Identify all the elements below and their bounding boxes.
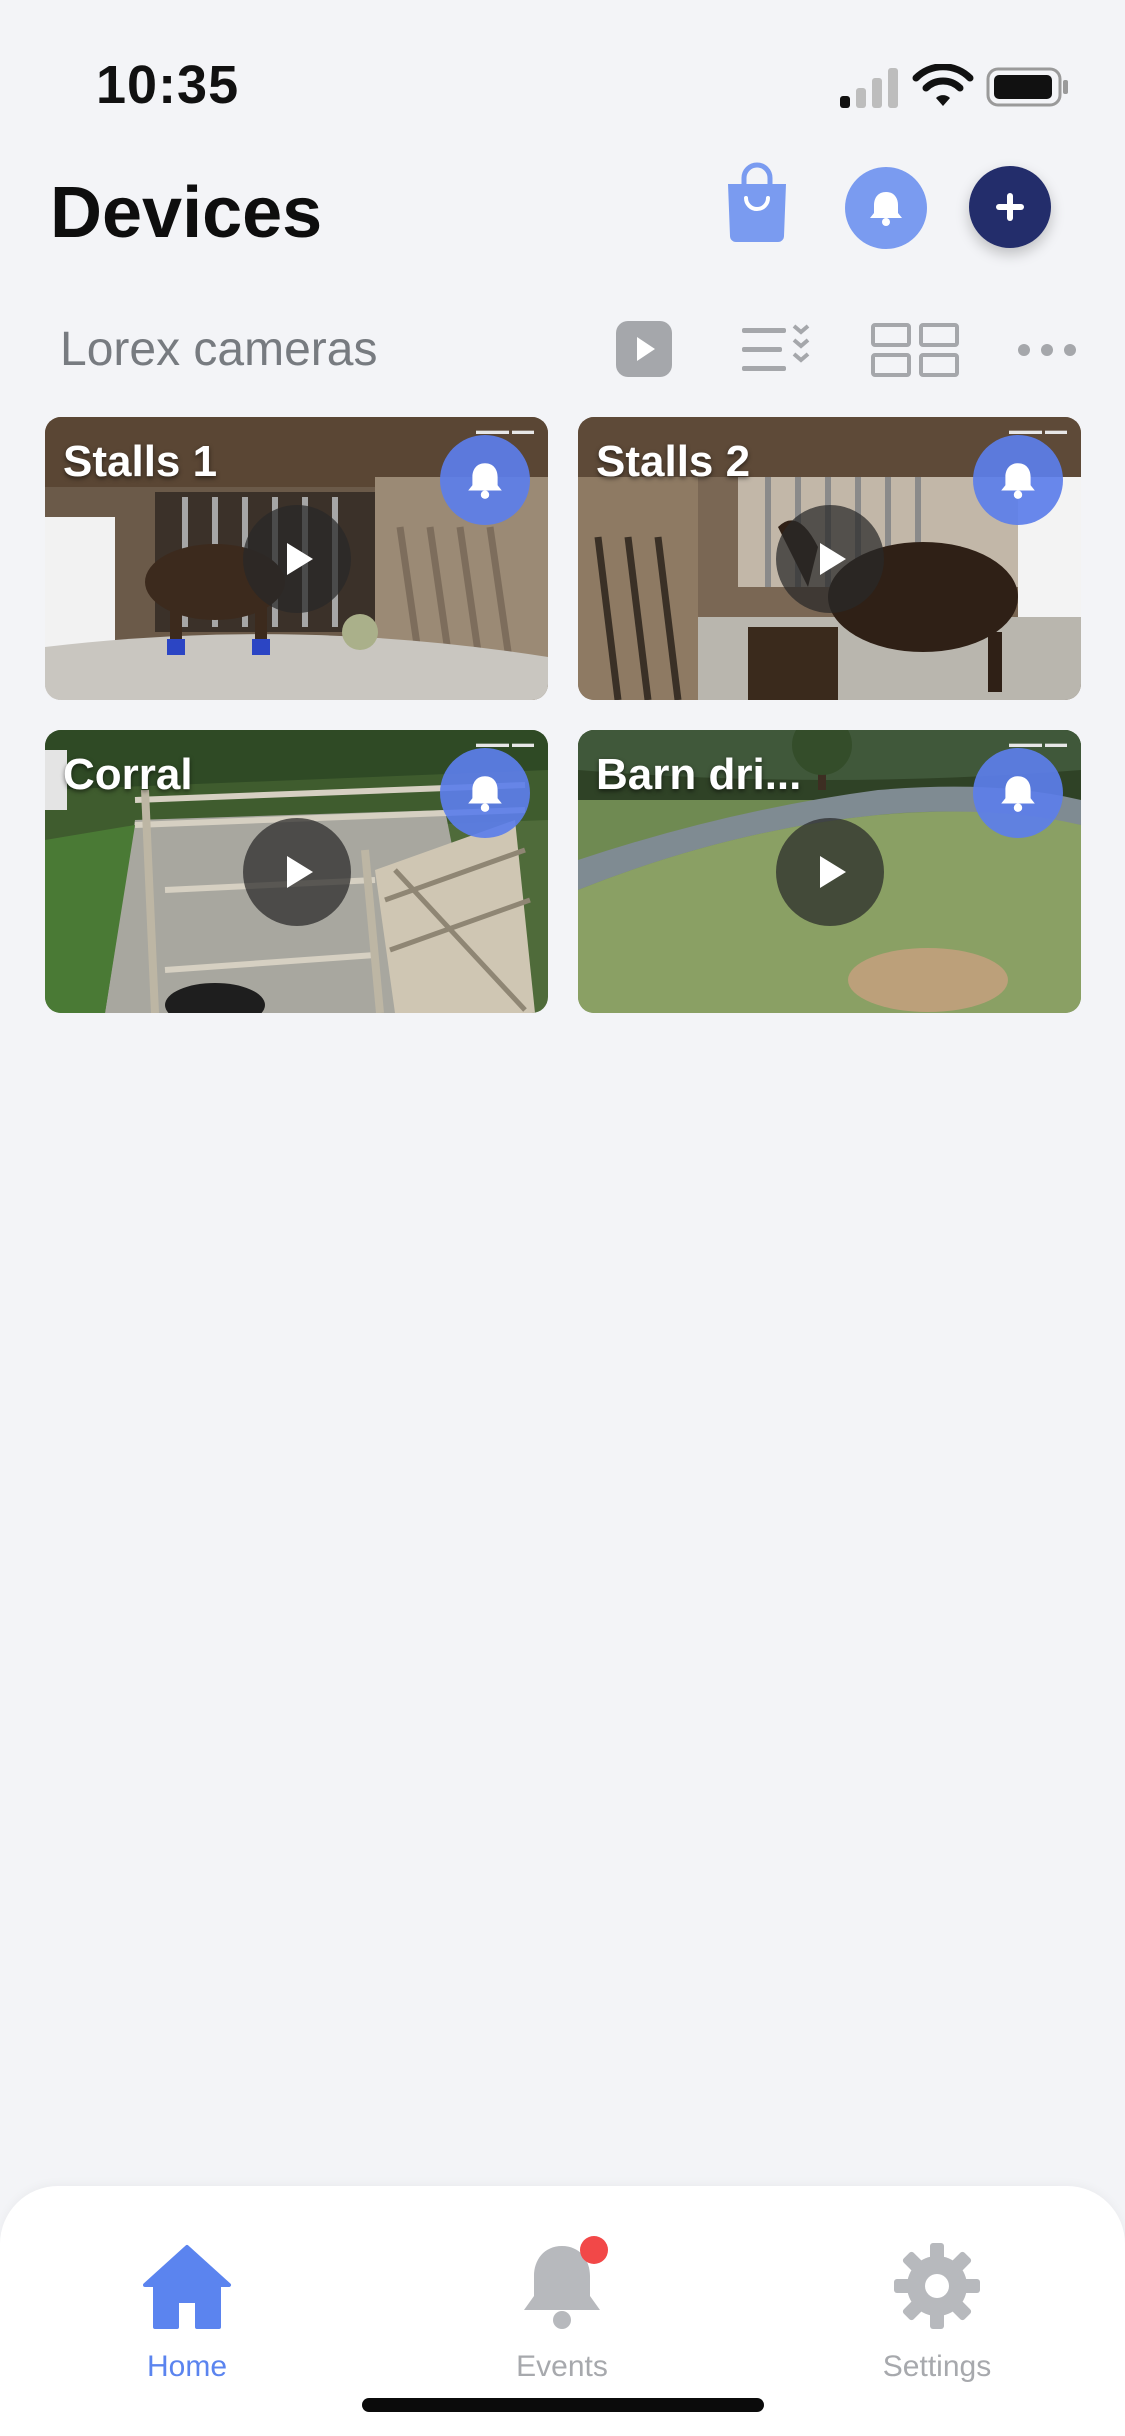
section-title: Lorex cameras xyxy=(60,323,378,376)
bell-icon xyxy=(1001,463,1035,499)
play-all-button[interactable] xyxy=(614,318,674,380)
camera-tile-corral[interactable]: ▬▬▬ ▬▬ Corral xyxy=(45,730,548,1013)
play-icon xyxy=(819,855,846,888)
camera-alert-button[interactable] xyxy=(973,435,1063,525)
page-title: Devices xyxy=(50,173,323,253)
camera-tile-barn-drive[interactable]: ▬▬▬ ▬▬ Barn dri... xyxy=(578,730,1081,1013)
camera-alert-button[interactable] xyxy=(440,748,530,838)
list-view-icon xyxy=(742,324,810,371)
camera-play-button[interactable] xyxy=(242,817,351,926)
camera-tile-stalls-1[interactable]: ▬▬▬ ▬▬ Stalls 1 xyxy=(45,417,548,700)
bell-icon xyxy=(468,463,502,499)
plus-icon xyxy=(996,193,1024,221)
tab-events-label: Events xyxy=(516,2350,608,2383)
home-indicator xyxy=(362,2398,764,2412)
devices-screen: 10:35 Devices Lorex cameras ▬▬▬ ▬▬ Stall… xyxy=(0,0,1125,2436)
tab-settings[interactable]: Settings xyxy=(837,2236,1037,2396)
camera-name: Corral xyxy=(63,750,193,799)
shop-button[interactable] xyxy=(722,160,792,244)
play-icon xyxy=(286,542,313,575)
play-icon xyxy=(819,542,846,575)
gear-icon xyxy=(894,2243,980,2329)
bell-icon xyxy=(468,776,502,812)
camera-name: Barn dri... xyxy=(596,750,802,799)
play-all-icon xyxy=(616,321,672,377)
bell-icon xyxy=(870,192,902,226)
camera-alert-button[interactable] xyxy=(973,748,1063,838)
status-bar: 10:35 xyxy=(0,0,1125,150)
bell-icon xyxy=(1001,776,1035,812)
cellular-signal-icon xyxy=(840,68,898,108)
camera-tile-stalls-2[interactable]: ▬▬▬ ▬▬ Stalls 2 xyxy=(578,417,1081,700)
add-device-button[interactable] xyxy=(969,166,1051,248)
tab-home-label: Home xyxy=(146,2350,228,2383)
tab-events[interactable]: Events xyxy=(462,2236,662,2396)
home-icon xyxy=(143,2245,231,2329)
list-view-button[interactable] xyxy=(740,322,816,378)
status-time: 10:35 xyxy=(96,55,240,115)
camera-play-button[interactable] xyxy=(242,504,351,613)
shopping-bag-icon xyxy=(728,162,786,242)
battery-icon xyxy=(986,67,1068,107)
camera-play-button[interactable] xyxy=(775,504,884,613)
wifi-icon xyxy=(912,64,974,106)
tab-home[interactable]: Home xyxy=(87,2236,287,2396)
camera-alert-button[interactable] xyxy=(440,435,530,525)
notifications-button[interactable] xyxy=(845,167,927,249)
tab-settings-label: Settings xyxy=(882,2350,992,2383)
more-icon xyxy=(1018,344,1076,356)
more-options-button[interactable] xyxy=(1016,338,1078,362)
play-icon xyxy=(286,855,313,888)
camera-play-button[interactable] xyxy=(775,817,884,926)
camera-name: Stalls 2 xyxy=(596,437,751,486)
grid-view-button[interactable] xyxy=(870,322,960,378)
events-badge-dot xyxy=(580,2236,608,2264)
camera-name: Stalls 1 xyxy=(63,437,218,486)
grid-view-icon xyxy=(871,323,959,377)
